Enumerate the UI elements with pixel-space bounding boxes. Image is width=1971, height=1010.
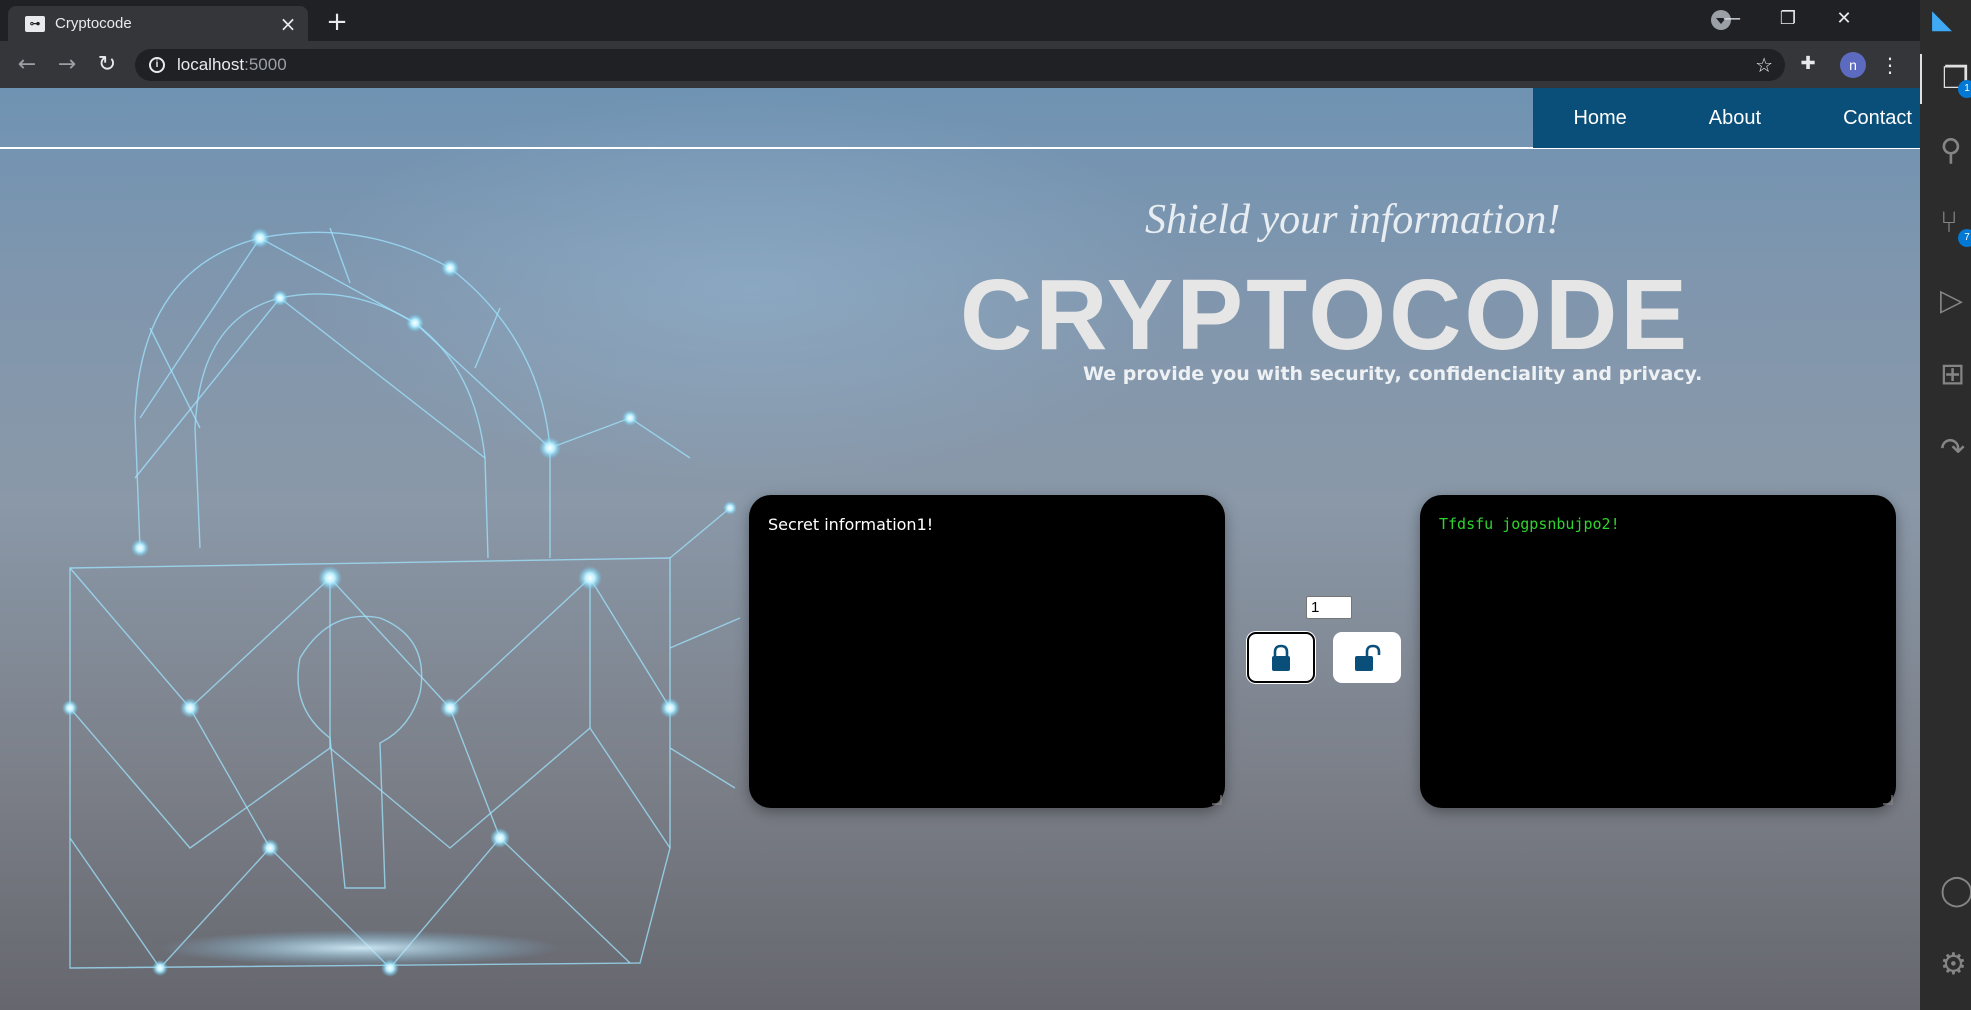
page-viewport: Home About Contact Shield your informati… bbox=[0, 88, 1920, 1010]
lock-open-icon bbox=[1355, 644, 1381, 671]
key-icon: ⊶ bbox=[25, 15, 45, 32]
site-navbar: Home About Contact bbox=[0, 88, 1920, 149]
minimize-button[interactable]: — bbox=[1704, 0, 1760, 40]
browser-tabstrip: ⊶ Cryptocode × + — ❐ ✕ bbox=[0, 0, 1920, 41]
extensions-puzzle-icon[interactable]: ✚ bbox=[1797, 53, 1819, 75]
resize-grip[interactable] bbox=[1212, 795, 1222, 805]
brand-title: CRYPTOCODE bbox=[960, 259, 1691, 371]
profile-avatar[interactable]: n bbox=[1840, 52, 1866, 78]
url-port: :5000 bbox=[244, 55, 287, 74]
vscode-logo-icon: ◣ bbox=[1932, 5, 1952, 35]
search-icon[interactable]: ⚲ bbox=[1920, 126, 1971, 176]
new-tab-button[interactable]: + bbox=[322, 8, 352, 38]
lock-closed-icon bbox=[1272, 644, 1290, 671]
vscode-activity-bar: ◣ ❐ 1 ⚲ ⑂ 7 ▷ ⊞ ↷ ◯ ⚙ bbox=[1920, 0, 1971, 1010]
reload-button[interactable]: ↻ bbox=[90, 48, 124, 82]
remote-share-icon[interactable]: ↷ bbox=[1920, 425, 1971, 475]
explorer-badge: 1 bbox=[1958, 80, 1971, 98]
hero-subtitle: We provide you with security, confidenci… bbox=[1083, 363, 1703, 385]
settings-gear-icon[interactable]: ⚙ bbox=[1920, 940, 1971, 990]
run-debug-icon[interactable]: ▷ bbox=[1920, 276, 1971, 326]
kebab-menu-icon[interactable]: ⋮ bbox=[1880, 51, 1900, 79]
source-control-badge: 7 bbox=[1958, 229, 1971, 247]
plain-text-input[interactable]: Secret information1! bbox=[749, 495, 1225, 808]
site-info-icon[interactable]: i bbox=[149, 57, 165, 73]
browser-tab[interactable]: ⊶ Cryptocode × bbox=[8, 6, 308, 41]
encrypted-text-value: Tfdsfu jogpsnbujpo2! bbox=[1439, 515, 1620, 533]
nav-home-link[interactable]: Home bbox=[1533, 88, 1668, 148]
restore-button[interactable]: ❐ bbox=[1760, 0, 1816, 40]
nav-links: Home About Contact bbox=[1533, 88, 1920, 148]
lock-illustration bbox=[62, 227, 741, 977]
url-text: localhost:5000 bbox=[177, 55, 287, 75]
address-bar[interactable]: i localhost:5000 ☆ bbox=[135, 49, 1785, 81]
account-icon[interactable]: ◯ bbox=[1920, 866, 1971, 916]
plain-text-value: Secret information1! bbox=[768, 515, 934, 534]
nav-about-link[interactable]: About bbox=[1669, 88, 1803, 148]
resize-grip[interactable] bbox=[1883, 795, 1893, 805]
back-button[interactable]: ← bbox=[10, 48, 44, 82]
nav-contact-link[interactable]: Contact bbox=[1803, 88, 1920, 148]
hero-tagline: Shield your information! bbox=[1145, 197, 1561, 243]
forward-button[interactable]: → bbox=[50, 48, 84, 82]
bookmark-star-icon[interactable]: ☆ bbox=[1755, 53, 1773, 77]
close-tab-icon[interactable]: × bbox=[276, 12, 300, 36]
encrypt-button[interactable] bbox=[1247, 632, 1315, 683]
tab-title: Cryptocode bbox=[55, 15, 132, 32]
extensions-icon[interactable]: ⊞ bbox=[1920, 350, 1971, 400]
url-host: localhost bbox=[177, 55, 245, 74]
browser-toolbar: ← → ↻ i localhost:5000 ☆ ✚ n ⋮ bbox=[0, 41, 1920, 88]
close-window-button[interactable]: ✕ bbox=[1816, 0, 1872, 40]
encrypted-text-output[interactable]: Tfdsfu jogpsnbujpo2! bbox=[1420, 495, 1896, 808]
decrypt-button[interactable] bbox=[1333, 632, 1401, 683]
shift-key-input[interactable]: 1 bbox=[1306, 596, 1352, 619]
